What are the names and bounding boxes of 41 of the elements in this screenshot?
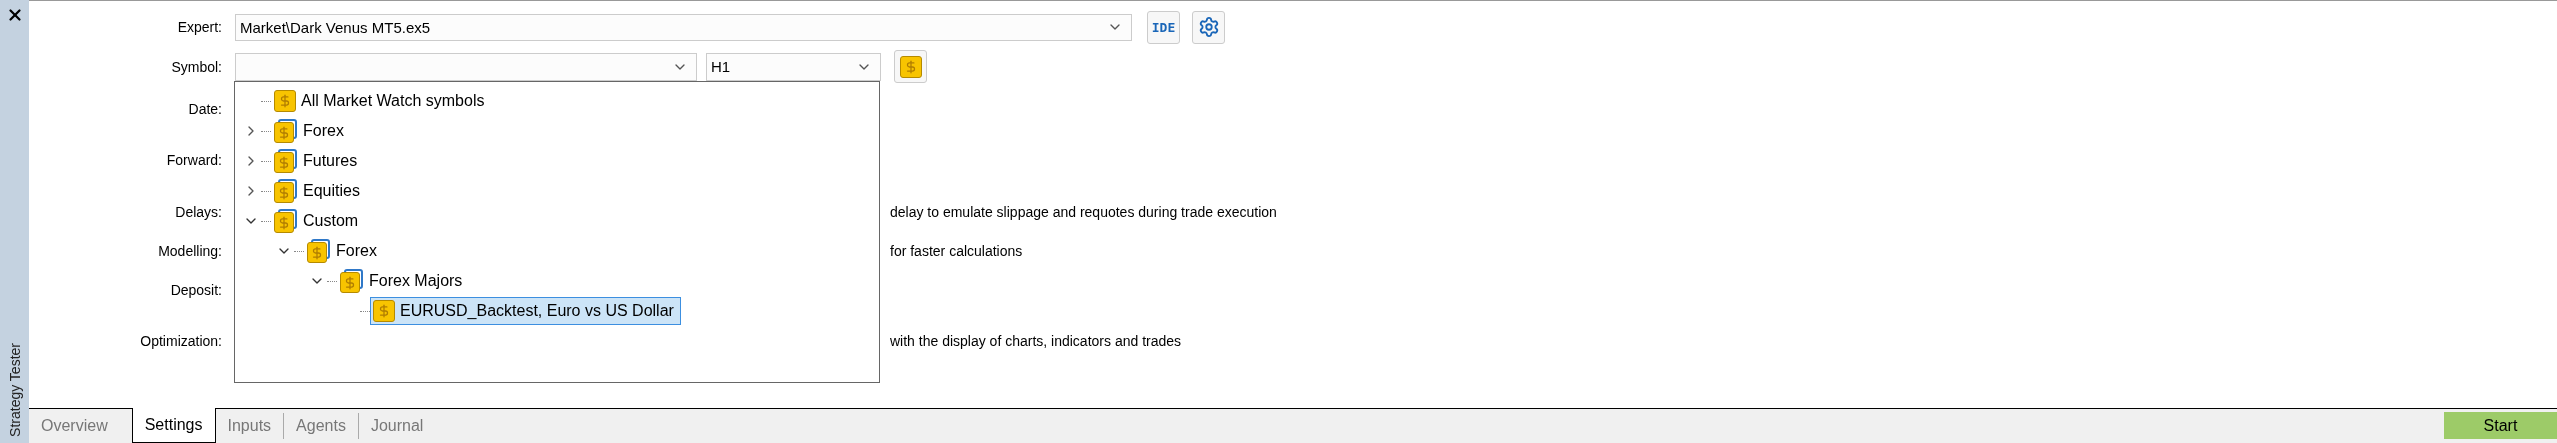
panel-title: Strategy Tester — [6, 343, 23, 437]
dollar-folder-icon — [307, 239, 331, 263]
option-description: delay to emulate slippage and requotes during trade execution — [890, 204, 1277, 220]
field-label: Modelling: — [157, 243, 222, 259]
expert-dropdown[interactable]: Market\Dark Venus MT5.ex5 — [235, 13, 1132, 41]
tree-item[interactable]: Forex — [271, 117, 351, 145]
field-label: Optimization: — [139, 333, 222, 349]
ide-button[interactable]: IDE — [1147, 10, 1180, 44]
tab[interactable]: Agents — [283, 413, 358, 439]
dollar-folder-icon — [274, 149, 298, 173]
dollar-folder-icon — [274, 119, 298, 143]
tree-item[interactable]: All Market Watch symbols — [271, 87, 492, 115]
tab[interactable]: Inputs — [215, 409, 284, 443]
dollar-folder-icon — [274, 179, 298, 203]
gear-icon — [1197, 16, 1220, 38]
tree-item[interactable]: Equities — [271, 177, 367, 205]
field-label: Date: — [187, 101, 222, 117]
field-label: Delays: — [174, 204, 222, 220]
settings-button[interactable] — [1192, 10, 1225, 44]
dollar-folder-icon — [340, 269, 364, 293]
tree-item[interactable]: EURUSD_Backtest, Euro vs US Dollar — [370, 297, 681, 325]
tree-item[interactable]: Futures — [271, 147, 365, 175]
tree-item[interactable]: Custom — [271, 207, 366, 235]
tree-item[interactable]: Forex — [304, 237, 384, 265]
tab[interactable]: Journal — [357, 413, 436, 439]
timeframe-dropdown[interactable]: H1 — [706, 52, 881, 81]
dollar-coin-icon — [899, 55, 922, 78]
symbol-button[interactable] — [894, 50, 927, 83]
field-label: Symbol: — [170, 58, 222, 75]
field-label: Expert: — [176, 19, 222, 35]
field-label: Forward: — [165, 152, 222, 168]
dollar-folder-icon — [274, 209, 298, 233]
dollar-coin-icon — [373, 300, 395, 322]
dollar-coin-icon — [274, 90, 296, 112]
start-button[interactable]: Start — [2444, 412, 2557, 439]
field-label: Deposit: — [169, 282, 222, 298]
option-description: with the display of charts, indicators and trades — [890, 333, 1182, 349]
option-description: for faster calculations — [890, 243, 1023, 259]
tab[interactable]: Settings — [131, 408, 216, 443]
tree-item[interactable]: Forex Majors — [337, 267, 470, 295]
tab[interactable]: Overview — [29, 409, 132, 443]
